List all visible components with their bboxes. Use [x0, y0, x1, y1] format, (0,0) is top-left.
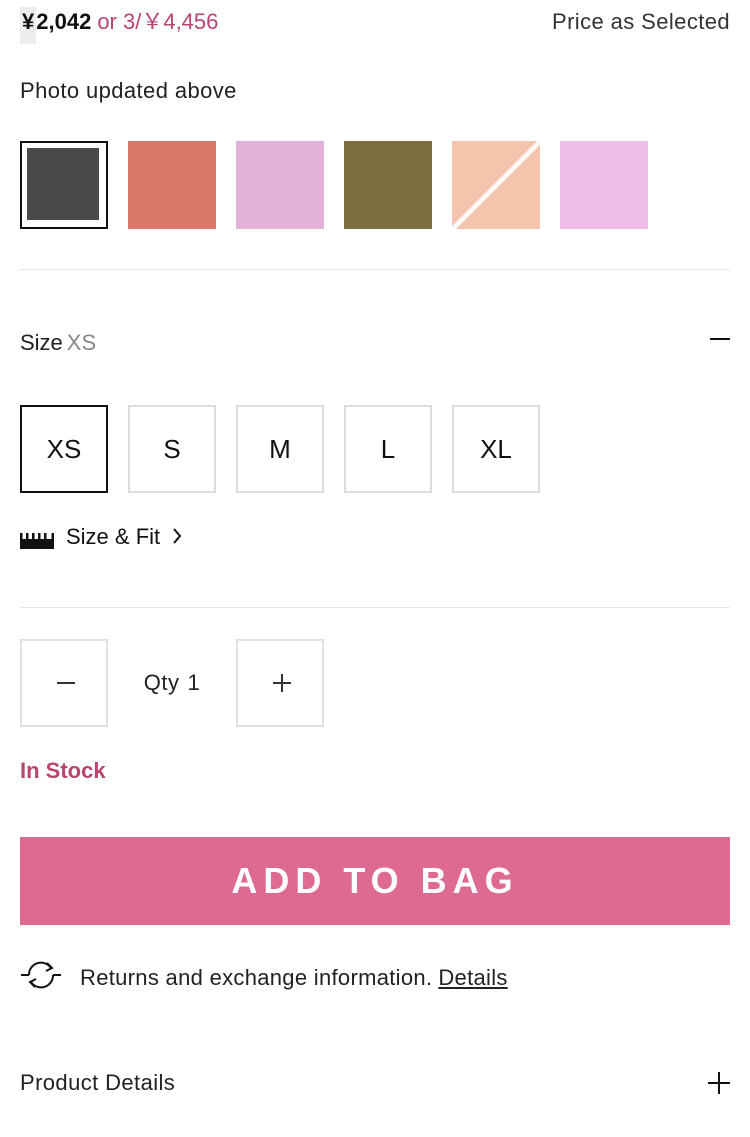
returns-text: Returns and exchange information.: [80, 965, 433, 990]
plus-icon: [708, 1072, 730, 1094]
size-option-m[interactable]: M: [236, 405, 324, 493]
color-swatches: [20, 141, 648, 229]
color-swatch-1[interactable]: [20, 141, 108, 229]
swatch-fill: [236, 141, 324, 229]
size-option-l[interactable]: L: [344, 405, 432, 493]
size-option-xs[interactable]: XS: [20, 405, 108, 493]
qty-decrease-button[interactable]: [20, 639, 108, 727]
swatch-fill: [128, 141, 216, 229]
exchange-icon: [20, 958, 62, 998]
product-details-title: Product Details: [20, 1070, 176, 1095]
size-option-xl[interactable]: XL: [452, 405, 540, 493]
size-label: Size: [20, 330, 63, 355]
quantity-stepper: Qty 1: [20, 639, 324, 727]
stock-status: In Stock: [20, 758, 106, 783]
selected-size: XS: [66, 330, 97, 355]
currency-symbol: ¥: [20, 7, 37, 44]
swatch-fill: [560, 141, 648, 229]
size-option-s[interactable]: S: [128, 405, 216, 493]
photo-note: Photo updated above: [20, 78, 237, 103]
price-note: Price as Selected: [552, 9, 730, 34]
collapse-size-button[interactable]: [710, 326, 730, 352]
color-swatch-6[interactable]: [560, 141, 648, 229]
color-swatch-4[interactable]: [344, 141, 432, 229]
color-swatch-3[interactable]: [236, 141, 324, 229]
returns-details-link[interactable]: Details: [438, 965, 507, 990]
price-amount: 2,042: [36, 9, 92, 34]
size-header: Size XS: [20, 330, 96, 356]
divider: [20, 269, 730, 270]
size-options: XS S M L XL: [20, 405, 540, 493]
qty-value: 1: [187, 670, 201, 695]
product-details-toggle[interactable]: Product Details: [20, 1070, 730, 1096]
qty-label: Qty: [143, 670, 180, 695]
add-to-bag-button[interactable]: ADD TO BAG: [20, 837, 730, 925]
color-swatch-2[interactable]: [128, 141, 216, 229]
size-fit-link[interactable]: Size & Fit: [20, 524, 182, 550]
price: ¥2,042 or 3/￥4,456: [20, 7, 219, 44]
divider: [20, 607, 730, 608]
chevron-right-icon: [172, 524, 182, 550]
qty-display: Qty 1: [108, 670, 236, 696]
ruler-icon: [20, 529, 54, 549]
unavailable-slash: [452, 141, 540, 229]
qty-increase-button[interactable]: [236, 639, 324, 727]
multi-buy-price: or 3/￥4,456: [97, 9, 219, 34]
size-fit-label: Size & Fit: [66, 524, 161, 549]
price-row: ¥2,042 or 3/￥4,456 Price as Selected: [20, 7, 730, 48]
returns-info: Returns and exchange information. Details: [20, 958, 508, 998]
swatch-fill: [27, 148, 99, 220]
color-swatch-5[interactable]: [452, 141, 540, 229]
minus-icon: [57, 682, 75, 684]
swatch-fill: [344, 141, 432, 229]
